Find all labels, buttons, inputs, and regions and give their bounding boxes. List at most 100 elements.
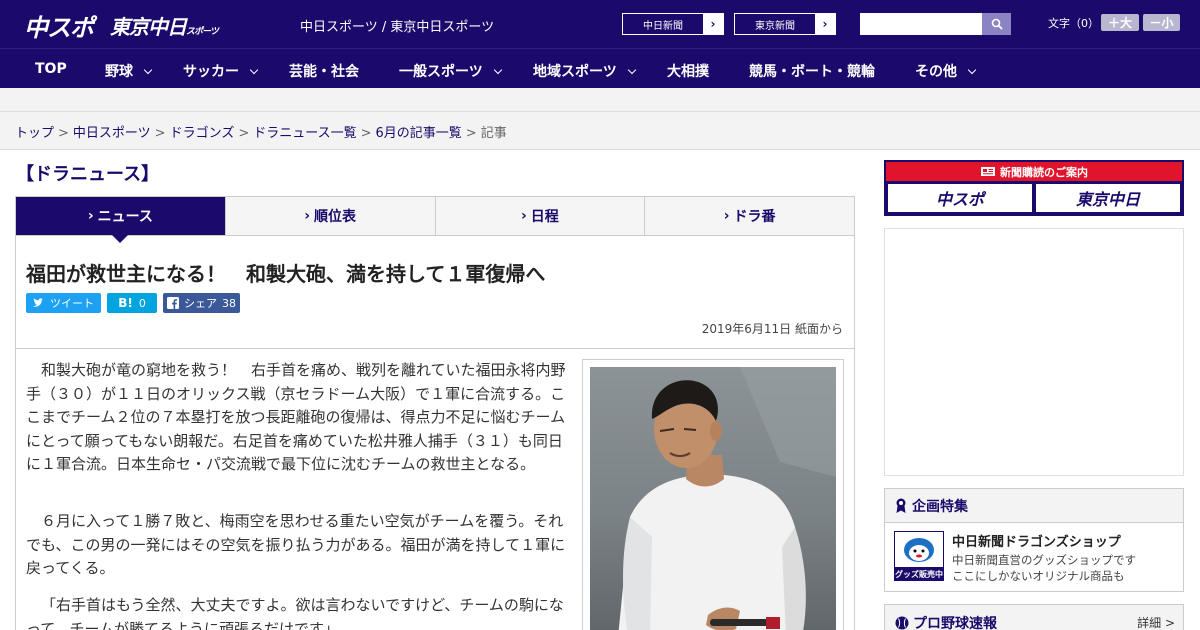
chevron-right-icon: › (822, 17, 828, 31)
feature-header: 企画特集 (885, 489, 1183, 523)
nav-item-sumo[interactable]: 大相撲 (667, 61, 709, 81)
hatena-icon: B! (118, 296, 133, 310)
breadcrumb-separator: > (465, 126, 477, 141)
tab-reporter[interactable]: › ドラ番 (645, 197, 854, 235)
nav-item-local-sports[interactable]: 地域スポーツ (533, 61, 636, 81)
live-scores-title: プロ野球速報 (913, 616, 997, 630)
tokyo-shimbun-button[interactable]: 東京新聞 › (734, 13, 836, 35)
breadcrumb-link-chuspo[interactable]: 中日スポーツ (73, 126, 151, 141)
nav-item-soccer[interactable]: サッカー (183, 61, 259, 81)
chevron-down-icon (967, 65, 977, 75)
article-paragraph: 和製大砲が竜の窮地を救う！ 右手首を痛め、戦列を離れていた福田永将内野手（３０）… (26, 361, 566, 473)
nav-item-other[interactable]: その他 (915, 61, 977, 81)
dragons-tabs: › ニュース › 順位表 › 日程 › ドラ番 (15, 196, 855, 243)
subscribe-tokyo-chunichi[interactable]: 東京中日 (1036, 184, 1180, 212)
chevron-down-icon (143, 65, 153, 75)
facebook-icon (167, 297, 179, 309)
facebook-share-label: シェア (184, 297, 217, 310)
nav-item-entertainment[interactable]: 芸能・社会 (289, 61, 359, 81)
hatena-count: 0 (138, 296, 146, 310)
breadcrumb: トップ > 中日スポーツ > ドラゴンズ > ドラニュース一覧 >6月の記事一覧 > 記事 (15, 122, 507, 141)
dragons-shop-thumbnail: グッズ販売中 (894, 531, 944, 581)
subscription-papers: 中スポ 東京中日 (886, 181, 1182, 215)
facebook-share-button[interactable]: シェア 38 (163, 293, 240, 313)
breadcrumb-link-june-list[interactable]: 6月の記事一覧 (376, 126, 462, 141)
nav-label: サッカー (183, 64, 239, 80)
chevron-down-icon (493, 65, 502, 75)
chunichi-shimbun-label: 中日新聞 (623, 14, 703, 34)
nav-label: TOP (35, 61, 67, 77)
chevron-right-icon: › (520, 208, 527, 224)
shop-description: 中日新聞直営のグッズショップです ここにしかないオリジナル商品も (952, 552, 1136, 584)
subscription-header: 新聞購読のご案内 (886, 162, 1182, 181)
nav-item-general-sports[interactable]: 一般スポーツ (399, 61, 502, 81)
nav-item-racing[interactable]: 競馬・ボート・競輪 (749, 61, 875, 81)
newspaper-icon (981, 167, 995, 176)
breadcrumb-current: 記事 (480, 126, 507, 141)
tweet-button[interactable]: ツイート (26, 293, 101, 313)
feature-panel: 企画特集 グッズ販売中 中日新聞ドラゴンズショップ 中日新聞直営のグッズショップ… (884, 488, 1184, 592)
tokyo-chunichi-logo-text: 東京中日 (110, 15, 187, 39)
nav-label: 芸能・社会 (289, 64, 359, 80)
player-photo-image (590, 367, 836, 630)
nav-item-top[interactable]: TOP (35, 61, 67, 77)
chevron-right-icon: › (723, 208, 730, 224)
site-tagline: 中日スポーツ / 東京中日スポーツ (300, 20, 495, 35)
tab-standings[interactable]: › 順位表 (226, 197, 436, 235)
tokyo-chunichi-logo-small: スポーツ (186, 27, 219, 37)
tab-schedule[interactable]: › 日程 (436, 197, 646, 235)
live-scores-more-link[interactable]: 詳細 > (1137, 614, 1175, 630)
nav-label: 地域スポーツ (533, 64, 617, 80)
nav-item-baseball[interactable]: 野球 (105, 61, 153, 81)
facebook-share-count: 38 (222, 296, 236, 310)
subscription-label: 新聞購読のご案内 (1000, 165, 1088, 179)
search-input[interactable] (860, 13, 982, 35)
breadcrumb-link-dragons[interactable]: ドラゴンズ (170, 126, 235, 141)
sidebar-ad-slot (884, 228, 1184, 476)
tab-label: ニュース (97, 209, 153, 225)
main-nav: TOP 野球 サッカー 芸能・社会 一般スポーツ 地域スポーツ 大相撲 競馬・ボ… (0, 48, 1200, 88)
article-headline: 福田が救世主になる！ 和製大砲、満を持して１軍復帰へ (26, 262, 546, 286)
article-paragraph: ６月に入って１勝７敗と、梅雨空を思わせる重たい空気がチームを覆う。それでも、この… (26, 512, 566, 577)
shop-mascot-image: グッズ販売中 (895, 532, 943, 580)
subscribe-chuspo[interactable]: 中スポ (888, 184, 1032, 212)
hatena-bookmark-button[interactable]: B! 0 (107, 293, 157, 313)
feature-title: 企画特集 (912, 498, 968, 515)
section-title: 【ドラニュース】 (16, 164, 160, 185)
baseball-icon (895, 616, 909, 630)
breadcrumb-separator: > (58, 126, 69, 141)
chevron-right-icon: › (304, 208, 311, 224)
font-smaller-button[interactable]: －小 (1143, 14, 1180, 31)
twitter-icon (33, 298, 43, 307)
tweet-label: ツイート (50, 297, 94, 310)
chevron-right-icon: › (87, 208, 94, 224)
shop-badge: グッズ販売中 (895, 569, 943, 579)
article-paragraph: 「右手首はもう全然、大丈夫ですよ。欲は言わないですけど、チームの駒になって、チー… (26, 596, 564, 630)
search-icon (991, 18, 1003, 30)
chevron-down-icon (249, 65, 259, 75)
tab-news[interactable]: › ニュース (16, 197, 226, 243)
breadcrumb-separator: > (154, 126, 166, 141)
shop-desc-line: 中日新聞直営のグッズショップです (952, 553, 1136, 567)
tab-label: 順位表 (314, 209, 357, 225)
chunichi-shimbun-button[interactable]: 中日新聞 › (622, 13, 724, 35)
chevron-down-icon (627, 65, 636, 75)
dragons-shop-item[interactable]: グッズ販売中 中日新聞ドラゴンズショップ 中日新聞直営のグッズショップです ここ… (885, 523, 1183, 593)
font-bigger-button[interactable]: ＋大 (1101, 14, 1139, 31)
shop-title: 中日新聞ドラゴンズショップ (952, 535, 1121, 550)
subscription-banner[interactable]: 新聞購読のご案内 中スポ 東京中日 (884, 160, 1184, 216)
nav-label: 一般スポーツ (399, 64, 483, 80)
chevron-right-icon: › (710, 17, 716, 31)
article-photo[interactable] (590, 367, 836, 630)
breadcrumb-separator: > (238, 126, 250, 141)
tokyo-chunichi-logo[interactable]: 東京中日スポーツ (110, 11, 219, 40)
tab-label: 日程 (530, 209, 559, 225)
nav-label: 大相撲 (667, 64, 709, 80)
tokyo-shimbun-label: 東京新聞 (735, 14, 815, 34)
chuspo-logo[interactable]: 中スポ (24, 8, 94, 43)
shop-desc-line: ここにしかないオリジナル商品も (952, 569, 1125, 583)
breadcrumb-link-top[interactable]: トップ (15, 126, 54, 141)
live-scores-panel: プロ野球速報 詳細 > (884, 604, 1184, 630)
breadcrumb-link-news-list[interactable]: ドラニュース一覧 (253, 126, 356, 141)
search-button[interactable] (982, 13, 1011, 35)
